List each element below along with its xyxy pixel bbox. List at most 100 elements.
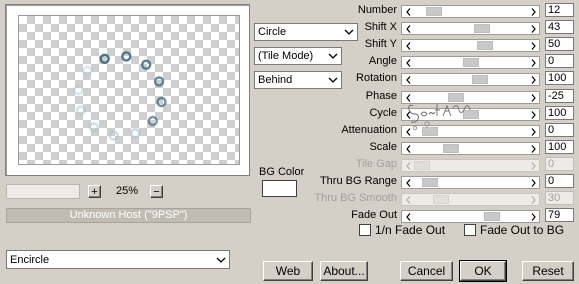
chevron-right-icon[interactable] xyxy=(528,109,538,120)
rotation-slider-thumb[interactable] xyxy=(472,75,488,84)
attenuation-slider-thumb[interactable] xyxy=(422,127,438,136)
chevron-left-icon[interactable] xyxy=(403,57,413,68)
chevron-left-icon[interactable] xyxy=(403,143,413,154)
cycle-label: Cycle xyxy=(369,107,397,119)
ok-button[interactable]: OK xyxy=(459,260,507,282)
chevron-right-icon[interactable] xyxy=(528,92,538,103)
shift-y-slider[interactable] xyxy=(401,39,540,52)
number-slider[interactable] xyxy=(401,5,540,18)
chevron-left-icon[interactable] xyxy=(403,23,413,34)
thru-bg-range-slider-thumb[interactable] xyxy=(422,178,438,187)
angle-slider[interactable] xyxy=(401,56,540,69)
chevron-left-icon[interactable] xyxy=(403,40,413,51)
rotation-slider[interactable] xyxy=(401,73,540,86)
angle-slider-thumb[interactable] xyxy=(463,58,479,67)
chevron-right-icon[interactable] xyxy=(528,74,538,85)
shift-y-label: Shift Y xyxy=(364,38,397,50)
scale-label: Scale xyxy=(369,141,397,153)
thru-bg-range-label: Thru BG Range xyxy=(319,175,397,187)
preview-panel xyxy=(5,4,250,176)
ring-10 xyxy=(73,84,84,96)
zoom-out-button[interactable]: − xyxy=(150,185,163,198)
scale-slider[interactable] xyxy=(401,142,540,155)
chevron-right-icon[interactable] xyxy=(528,143,538,154)
preview-canvas[interactable] xyxy=(18,15,240,165)
fade-1n-label: 1/n Fade Out xyxy=(375,223,446,237)
phase-value-field[interactable]: -25 xyxy=(545,89,574,103)
thru-bg-range-value-field[interactable]: 0 xyxy=(545,174,574,188)
attenuation-value-field[interactable]: 0 xyxy=(545,123,574,137)
scale-slider-thumb[interactable] xyxy=(443,144,459,153)
chevron-left-icon[interactable] xyxy=(403,211,413,222)
shift-y-value-field[interactable]: 50 xyxy=(545,37,574,51)
chevron-right-icon[interactable] xyxy=(528,126,538,137)
tile-gap-slider-thumb xyxy=(414,161,430,170)
chevron-right-icon[interactable] xyxy=(528,211,538,222)
chevron-right-icon[interactable] xyxy=(528,40,538,51)
web-button[interactable]: Web xyxy=(263,261,313,281)
chevron-right-icon[interactable] xyxy=(528,23,538,34)
phase-label: Phase xyxy=(365,90,397,102)
cycle-slider[interactable] xyxy=(401,108,540,121)
fade-1n-checkbox[interactable] xyxy=(359,224,371,236)
thru-bg-smooth-label: Thru BG Smooth xyxy=(314,192,397,204)
cancel-button[interactable]: Cancel xyxy=(400,261,453,281)
attenuation-label: Attenuation xyxy=(341,124,397,136)
ring-6 xyxy=(130,127,141,139)
number-value-field[interactable]: 12 xyxy=(545,3,574,17)
shift-x-slider-thumb[interactable] xyxy=(474,24,490,33)
ring-3 xyxy=(153,76,165,87)
cycle-value-field[interactable]: 100 xyxy=(545,106,574,120)
zoom-field xyxy=(6,184,80,199)
chevron-right-icon xyxy=(528,160,538,171)
number-label: Number xyxy=(357,4,397,16)
chevron-left-icon[interactable] xyxy=(403,74,413,85)
fade-out-label: Fade Out xyxy=(351,209,397,221)
chevron-right-icon xyxy=(528,194,538,205)
thru-bg-smooth-value-field: 30 xyxy=(545,191,574,205)
zoom-in-button[interactable]: + xyxy=(88,185,101,198)
fade-out-slider[interactable] xyxy=(401,210,540,223)
filter-combo-value: Encircle xyxy=(10,253,50,266)
thru-bg-range-slider[interactable] xyxy=(401,176,540,189)
chevron-left-icon[interactable] xyxy=(403,92,413,103)
cycle-slider-thumb[interactable] xyxy=(463,110,479,119)
angle-value-field[interactable]: 0 xyxy=(545,54,574,68)
angle-label: Angle xyxy=(368,55,397,67)
ring-5 xyxy=(147,115,159,127)
rotation-label: Rotation xyxy=(356,72,397,84)
plus-icon: + xyxy=(91,185,98,198)
filter-combo[interactable]: Encircle xyxy=(6,250,230,269)
fade-bg-checkbox[interactable] xyxy=(464,224,476,236)
fade-out-value-field[interactable]: 79 xyxy=(545,208,574,222)
thru-bg-smooth-slider xyxy=(401,193,540,206)
shift-y-slider-thumb[interactable] xyxy=(477,41,493,50)
shift-x-value-field[interactable]: 43 xyxy=(545,20,574,34)
phase-slider-thumb[interactable] xyxy=(448,93,464,102)
ring-7 xyxy=(108,130,119,141)
chevron-left-icon xyxy=(403,160,413,171)
chevron-right-icon[interactable] xyxy=(528,57,538,68)
chevron-left-icon[interactable] xyxy=(403,109,413,120)
fade-out-slider-thumb[interactable] xyxy=(484,212,500,221)
scale-value-field[interactable]: 100 xyxy=(545,140,574,154)
tile-gap-value-field: 0 xyxy=(545,157,574,171)
chevron-right-icon[interactable] xyxy=(528,177,538,188)
rotation-value-field[interactable]: 100 xyxy=(545,71,574,85)
thru-bg-smooth-slider-thumb xyxy=(433,195,449,204)
chevron-left-icon[interactable] xyxy=(403,126,413,137)
ring-11 xyxy=(81,65,93,77)
chevron-left-icon[interactable] xyxy=(403,6,413,17)
ring-9 xyxy=(75,105,87,116)
shift-x-slider[interactable] xyxy=(401,22,540,35)
reset-button[interactable]: Reset xyxy=(522,261,574,281)
ring-8 xyxy=(88,122,100,133)
number-slider-thumb[interactable] xyxy=(426,7,442,16)
chevron-right-icon[interactable] xyxy=(528,6,538,17)
attenuation-slider[interactable] xyxy=(401,125,540,138)
chevron-left-icon[interactable] xyxy=(403,177,413,188)
about-button[interactable]: About... xyxy=(320,261,368,281)
minus-icon: − xyxy=(153,185,160,198)
ring-4 xyxy=(156,96,167,108)
phase-slider[interactable] xyxy=(401,91,540,104)
